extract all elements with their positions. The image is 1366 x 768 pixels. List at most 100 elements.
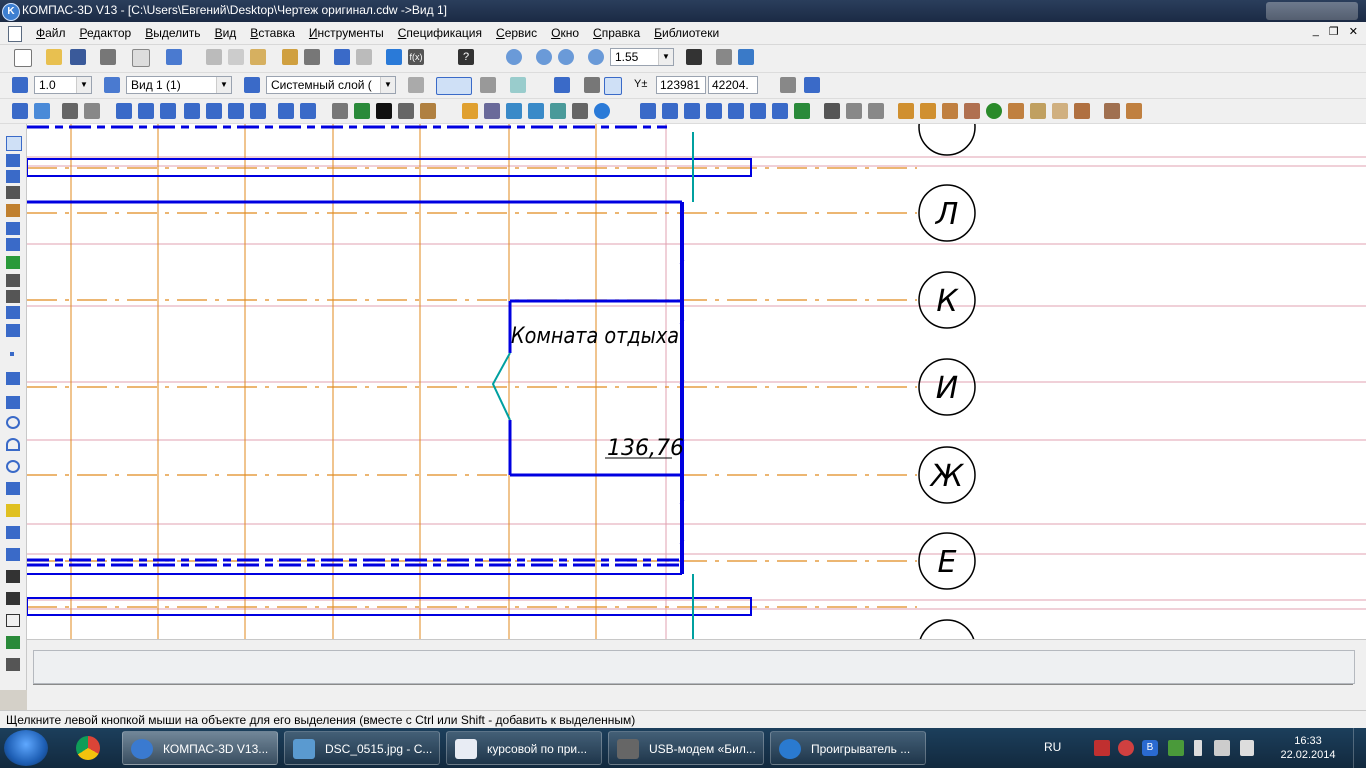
doc-2-icon[interactable] (868, 103, 884, 119)
building-6-icon[interactable] (750, 103, 766, 119)
redo-icon[interactable] (356, 49, 372, 65)
coordinate-y-field[interactable]: 42204. (708, 76, 758, 94)
insert-tool-icon[interactable] (6, 290, 20, 303)
library-3-icon[interactable] (528, 103, 544, 119)
cursor-mode-icon[interactable] (804, 77, 820, 93)
print-icon[interactable] (100, 49, 116, 65)
arc-tool-icon[interactable] (6, 438, 20, 451)
network-icon[interactable] (1214, 740, 1230, 756)
open-file-icon[interactable] (46, 49, 62, 65)
task-modem[interactable]: USB-модем «Бил... (608, 731, 764, 765)
building-2-icon[interactable] (662, 103, 678, 119)
grid-icon[interactable] (510, 77, 526, 93)
menu-specification[interactable]: Спецификация (398, 26, 482, 40)
mdi-minimize-icon[interactable]: _ (1313, 25, 1319, 38)
frame-icon[interactable] (420, 103, 436, 119)
language-indicator[interactable]: RU (1044, 740, 1061, 754)
library-2-icon[interactable] (506, 103, 522, 119)
zoom-out-icon[interactable] (558, 49, 574, 65)
redraw-icon[interactable] (738, 49, 754, 65)
chevron-down-icon[interactable]: ▼ (76, 77, 91, 93)
hatch-tool-icon[interactable] (6, 504, 20, 517)
building-1-icon[interactable] (640, 103, 656, 119)
segment-tool-icon[interactable] (6, 396, 20, 409)
furniture-2-icon[interactable] (920, 103, 936, 119)
measure-icon[interactable] (138, 103, 154, 119)
mdi-close-icon[interactable]: ✕ (1349, 25, 1358, 38)
library-folder-icon[interactable] (462, 103, 478, 119)
stamp-icon[interactable] (398, 103, 414, 119)
battery-icon[interactable] (1194, 740, 1202, 756)
building-7-icon[interactable] (772, 103, 788, 119)
paste-icon[interactable] (250, 49, 266, 65)
fragment-tool-icon[interactable] (6, 306, 20, 319)
menu-insert[interactable]: Вставка (250, 26, 295, 40)
new-document-icon[interactable] (14, 49, 32, 67)
tray-app-4-icon[interactable] (1168, 740, 1184, 756)
manager-icon[interactable] (386, 49, 402, 65)
section-icon[interactable] (824, 103, 840, 119)
help-pointer-icon[interactable]: ? (458, 49, 474, 65)
parameterization-icon[interactable] (116, 103, 132, 119)
layer-state-icon[interactable] (244, 77, 260, 93)
furniture-4-icon[interactable] (964, 103, 980, 119)
measure-tool-icon[interactable] (6, 222, 20, 235)
edit-tool-icon[interactable] (6, 186, 20, 199)
table-icon[interactable] (354, 103, 370, 119)
task-word[interactable]: курсовой по при... (446, 731, 602, 765)
furniture-3-icon[interactable] (942, 103, 958, 119)
geometry-tool-icon[interactable] (6, 136, 22, 151)
menu-tools[interactable]: Инструменты (309, 26, 384, 40)
parameters-icon[interactable] (780, 77, 796, 93)
ellipse-tool-icon[interactable] (6, 460, 20, 473)
contour-tool-icon[interactable] (6, 526, 20, 539)
snap-magnet-icon[interactable] (436, 77, 472, 95)
chrome-pinned[interactable] (64, 732, 112, 764)
tools-icon[interactable] (572, 103, 588, 119)
rectangle-tool-icon[interactable] (6, 614, 20, 627)
tree-icon[interactable] (986, 103, 1002, 119)
dimensions-panel-icon[interactable] (34, 103, 50, 119)
dimensions-tool-icon[interactable] (6, 154, 20, 167)
select-tool-icon[interactable] (6, 238, 20, 251)
chevron-down-icon[interactable]: ▼ (658, 49, 673, 65)
clock[interactable]: 16:33 22.02.2014 (1276, 734, 1340, 762)
layer-combo[interactable]: Системный слой ( ▼ (266, 76, 396, 94)
furniture-1-icon[interactable] (898, 103, 914, 119)
step-cursor-icon[interactable] (12, 77, 28, 93)
reports-tool-icon[interactable] (6, 274, 20, 287)
polygon-tool-icon[interactable] (6, 636, 20, 649)
drawing-canvas[interactable]: Комната отдыха 136,76 Л К И Ж Е (27, 124, 1366, 639)
show-desktop-button[interactable] (1353, 728, 1366, 768)
hatching-tool-icon[interactable] (6, 658, 20, 671)
menu-libraries[interactable]: Библиотеки (654, 26, 719, 40)
menu-edit[interactable]: Редактор (80, 26, 132, 40)
menu-select[interactable]: Выделить (145, 26, 200, 40)
view-state-icon[interactable] (104, 77, 120, 93)
mdi-restore-icon[interactable]: ❐ (1329, 25, 1339, 38)
designations-panel-icon[interactable] (62, 103, 78, 119)
properties-panel-area[interactable] (33, 650, 1355, 684)
local-cs-icon[interactable] (554, 77, 570, 93)
task-image-viewer[interactable]: DSC_0515.jpg - C... (284, 731, 440, 765)
task-media-player[interactable]: Проигрыватель ... (770, 731, 926, 765)
insert-icon[interactable] (228, 103, 244, 119)
layer-color-icon[interactable] (408, 77, 424, 93)
scissors-tool-icon[interactable] (332, 103, 348, 119)
tray-app-3-icon[interactable]: B (1142, 740, 1158, 756)
doc-1-icon[interactable] (846, 103, 862, 119)
furniture-8-icon[interactable] (1126, 103, 1142, 119)
menu-service[interactable]: Сервис (496, 26, 537, 40)
zoom-window-icon[interactable] (536, 49, 552, 65)
designations-tool-icon[interactable] (6, 170, 20, 183)
scale-combo[interactable]: 1.0 ▼ (34, 76, 92, 94)
building-4-icon[interactable] (706, 103, 722, 119)
fillet-tool-icon[interactable] (6, 592, 20, 605)
attributes-tool-icon[interactable] (6, 324, 20, 337)
pan-icon[interactable] (686, 49, 702, 65)
document-icon[interactable] (8, 26, 22, 42)
variables-icon[interactable] (304, 49, 320, 65)
chevron-down-icon[interactable]: ▼ (216, 77, 231, 93)
reports-icon[interactable] (206, 103, 222, 119)
fragment-icon[interactable] (250, 103, 266, 119)
